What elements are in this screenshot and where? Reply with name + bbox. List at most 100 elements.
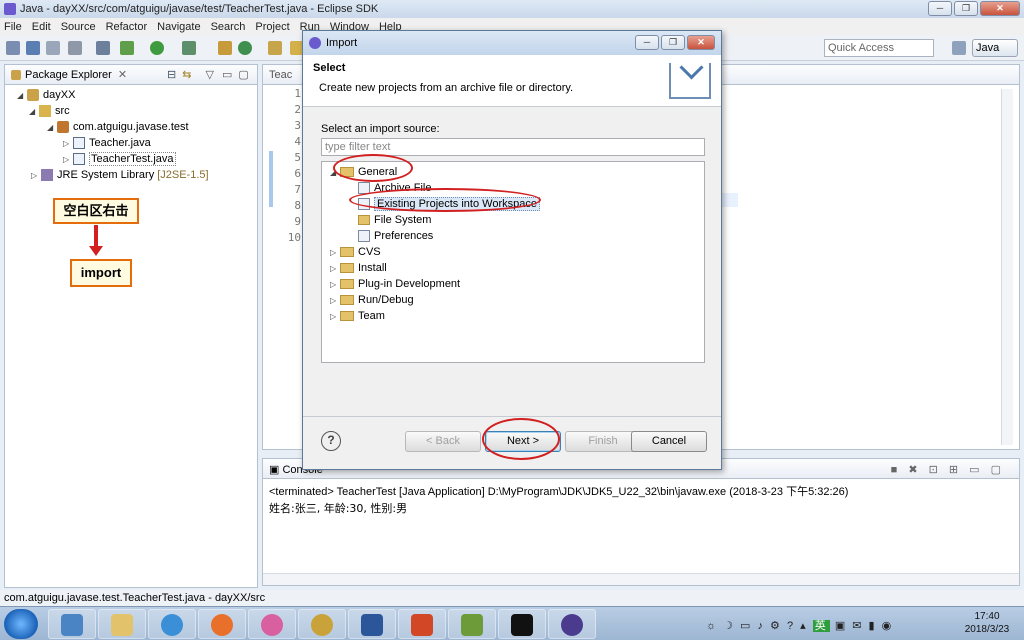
menu-edit[interactable]: Edit	[32, 21, 51, 33]
menu-search[interactable]: Search	[211, 21, 246, 33]
coverage-icon[interactable]	[182, 41, 196, 55]
run-icon[interactable]	[150, 41, 164, 55]
taskbar-clock[interactable]: 17:40 2018/3/23	[954, 610, 1020, 636]
new-icon[interactable]	[6, 41, 20, 55]
eclipse-icon	[4, 3, 16, 15]
taskbar-item-explorer[interactable]	[98, 609, 146, 639]
line-number-gutter: 1 2 3 4 5 6 7 8 9 10	[277, 87, 301, 247]
taskbar-item-picture[interactable]	[248, 609, 296, 639]
debug-icon[interactable]	[120, 41, 134, 55]
maximize-button[interactable]: ❐	[954, 1, 978, 16]
taskbar-item-eclipse[interactable]	[548, 609, 596, 639]
console-icon: ▣	[269, 464, 283, 476]
import-dialog-icon	[309, 37, 321, 49]
console-toolbar-icons[interactable]: ■ ✖ ⊡ ⊞ ▭ ▢	[891, 463, 1005, 476]
save-all-icon[interactable]	[46, 41, 60, 55]
taskbar-item-app[interactable]	[298, 609, 346, 639]
package-icon	[57, 121, 69, 133]
taskbar-item-desktop[interactable]	[48, 609, 96, 639]
collapse-arrow-icon[interactable]: ▷	[330, 312, 340, 321]
tree-item-plugin-development[interactable]: ▷ Plug-in Development	[330, 276, 460, 292]
dialog-header-description: Create new projects from an archive file…	[319, 82, 574, 94]
collapse-arrow-icon[interactable]: ▷	[330, 280, 340, 289]
open-type-icon[interactable]	[268, 41, 282, 55]
tree-item-run-debug[interactable]: ▷ Run/Debug	[330, 292, 414, 308]
tree-item-file-system[interactable]: File System	[358, 212, 431, 228]
help-button[interactable]: ?	[321, 431, 341, 451]
expand-arrow-icon[interactable]: ◢	[47, 123, 57, 132]
dialog-maximize-button[interactable]: ❐	[661, 35, 685, 50]
dialog-minimize-button[interactable]: ─	[635, 35, 659, 50]
menu-refactor[interactable]: Refactor	[106, 21, 148, 33]
menu-project[interactable]: Project	[255, 21, 289, 33]
save-icon[interactable]	[26, 41, 40, 55]
maximize-view-icon[interactable]: ▢	[238, 68, 248, 81]
dialog-close-button[interactable]: ✕	[687, 35, 715, 50]
cancel-button[interactable]: Cancel	[631, 431, 707, 452]
collapse-arrow-icon[interactable]: ▷	[330, 296, 340, 305]
finish-button[interactable]: Finish	[565, 431, 641, 452]
skip-breakpoints-icon[interactable]	[96, 41, 110, 55]
expand-arrow-icon[interactable]: ◢	[29, 107, 39, 116]
ime-indicator[interactable]: 英	[812, 620, 830, 632]
new-java-class-icon[interactable]	[238, 41, 252, 55]
expand-arrow-icon[interactable]: ◢	[17, 91, 27, 100]
dialog-header: Select Create new projects from an archi…	[303, 55, 721, 107]
file-label: TeacherTest.java	[89, 152, 176, 166]
taskbar-item-word[interactable]	[348, 609, 396, 639]
tree-item-package[interactable]: ◢ com.atguigu.javase.test	[47, 119, 189, 135]
line-number: 4	[294, 135, 301, 148]
firefox-icon	[211, 614, 233, 636]
collapse-arrow-icon[interactable]: ▷	[330, 248, 340, 257]
annotation-ellipse-general	[333, 154, 413, 182]
tray-icons[interactable]: ☼ ☽ ▭ ♪ ⚙ ? ▴	[706, 620, 808, 632]
package-explorer-icon	[11, 69, 21, 80]
import-dialog: Import ─ ❐ ✕ Select Create new projects …	[302, 30, 722, 470]
app-icon	[311, 614, 333, 636]
menu-navigate[interactable]: Navigate	[157, 21, 200, 33]
collapse-arrow-icon[interactable]: ▷	[330, 264, 340, 273]
java-perspective-button[interactable]: Java	[972, 39, 1018, 57]
collapse-arrow-icon[interactable]: ▷	[63, 139, 73, 148]
tray-icons-extra[interactable]: ▣ ✉ ▮ ◉	[835, 620, 893, 632]
tree-item-preferences[interactable]: Preferences	[358, 228, 433, 244]
print-icon[interactable]	[68, 41, 82, 55]
menu-file[interactable]: File	[4, 21, 22, 33]
minimize-button[interactable]: ─	[928, 1, 952, 16]
close-view-icon[interactable]: ✕	[118, 68, 127, 81]
view-menu-icon[interactable]: ▽	[205, 68, 213, 81]
dialog-window-controls: ─ ❐ ✕	[635, 35, 715, 50]
computer-icon	[61, 614, 83, 636]
link-editor-icon[interactable]: ⇆	[182, 68, 191, 81]
taskbar-item-powerpoint[interactable]	[398, 609, 446, 639]
console-hscrollbar[interactable]	[263, 573, 1019, 585]
taskbar-item-cmd[interactable]	[498, 609, 546, 639]
taskbar-item-editor[interactable]	[448, 609, 496, 639]
collapse-all-icon[interactable]: ⊟	[167, 68, 176, 81]
tree-item-project[interactable]: ◢ dayXX	[17, 87, 75, 103]
tree-item-teachertest-java[interactable]: ▷ TeacherTest.java	[63, 151, 176, 167]
close-button[interactable]: ✕	[980, 1, 1020, 16]
package-explorer-tab[interactable]: Package Explorer ✕ ⊟ ⇆ ▽ ▭ ▢	[5, 65, 257, 85]
tree-item-jre[interactable]: ▷ JRE System Library [J2SE-1.5]	[31, 167, 209, 183]
start-button[interactable]	[4, 609, 38, 639]
open-perspective-icon[interactable]	[952, 41, 966, 55]
new-java-project-icon[interactable]	[218, 41, 232, 55]
system-tray[interactable]: ☼ ☽ ▭ ♪ ⚙ ? ▴ 英 ▣ ✉ ▮ ◉	[706, 617, 893, 633]
import-dialog-titlebar: Import ─ ❐ ✕	[303, 31, 721, 55]
collapse-arrow-icon[interactable]: ▷	[31, 171, 41, 180]
minimize-view-icon[interactable]: ▭	[222, 68, 232, 81]
console-status: <terminated> TeacherTest [Java Applicati…	[269, 486, 849, 498]
taskbar-item-ie[interactable]	[148, 609, 196, 639]
back-button[interactable]: < Back	[405, 431, 481, 452]
collapse-arrow-icon[interactable]: ▷	[63, 155, 73, 164]
tree-item-teacher-java[interactable]: ▷ Teacher.java	[63, 135, 151, 151]
tree-item-cvs[interactable]: ▷ CVS	[330, 244, 381, 260]
taskbar-item-firefox[interactable]	[198, 609, 246, 639]
menu-source[interactable]: Source	[61, 21, 96, 33]
tree-item-src[interactable]: ◢ src	[29, 103, 70, 119]
tree-item-install[interactable]: ▷ Install	[330, 260, 387, 276]
editor-scrollbar[interactable]	[1001, 89, 1013, 445]
tree-item-team[interactable]: ▷ Team	[330, 308, 385, 324]
quick-access-input[interactable]: Quick Access	[824, 39, 934, 57]
